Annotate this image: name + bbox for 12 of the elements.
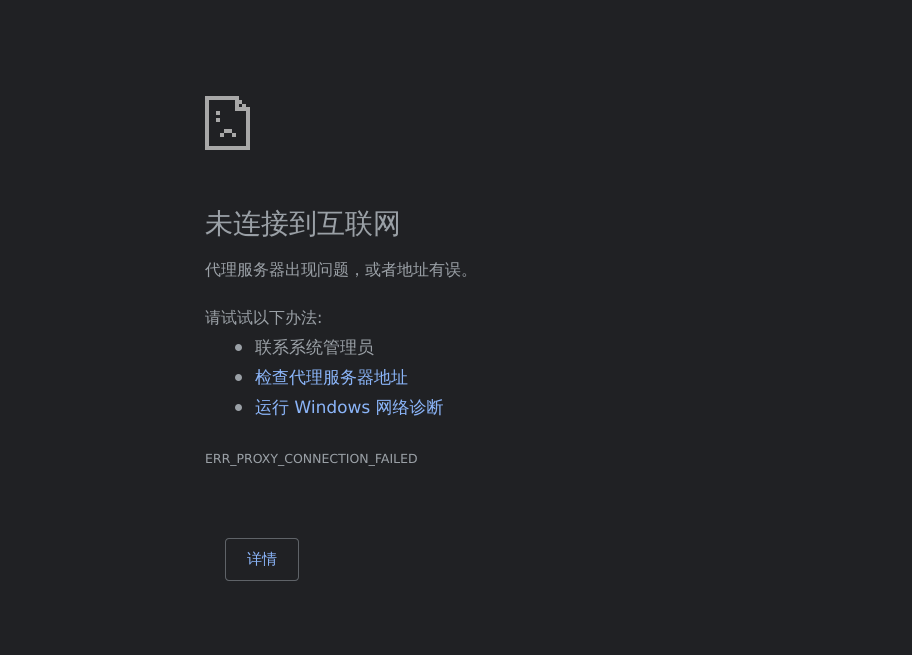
error-message: 代理服务器出现问题，或者地址有误。 <box>205 259 478 281</box>
bullet-icon <box>235 344 242 350</box>
error-code: ERR_PROXY_CONNECTION_FAILED <box>205 450 419 468</box>
error-title: 未连接到互联网 <box>205 206 402 242</box>
bullet-icon <box>235 404 242 410</box>
details-button[interactable]: 详情 <box>225 538 299 581</box>
suggestion-text: 联系系统管理员 <box>255 336 374 358</box>
suggestion-link[interactable]: 检查代理服务器地址 <box>255 366 408 388</box>
bullet-icon <box>235 374 242 380</box>
suggestion-link[interactable]: 运行 Windows 网络诊断 <box>255 396 444 418</box>
sad-document-icon <box>205 96 250 150</box>
suggestions-heading: 请试试以下办法: <box>205 307 324 329</box>
